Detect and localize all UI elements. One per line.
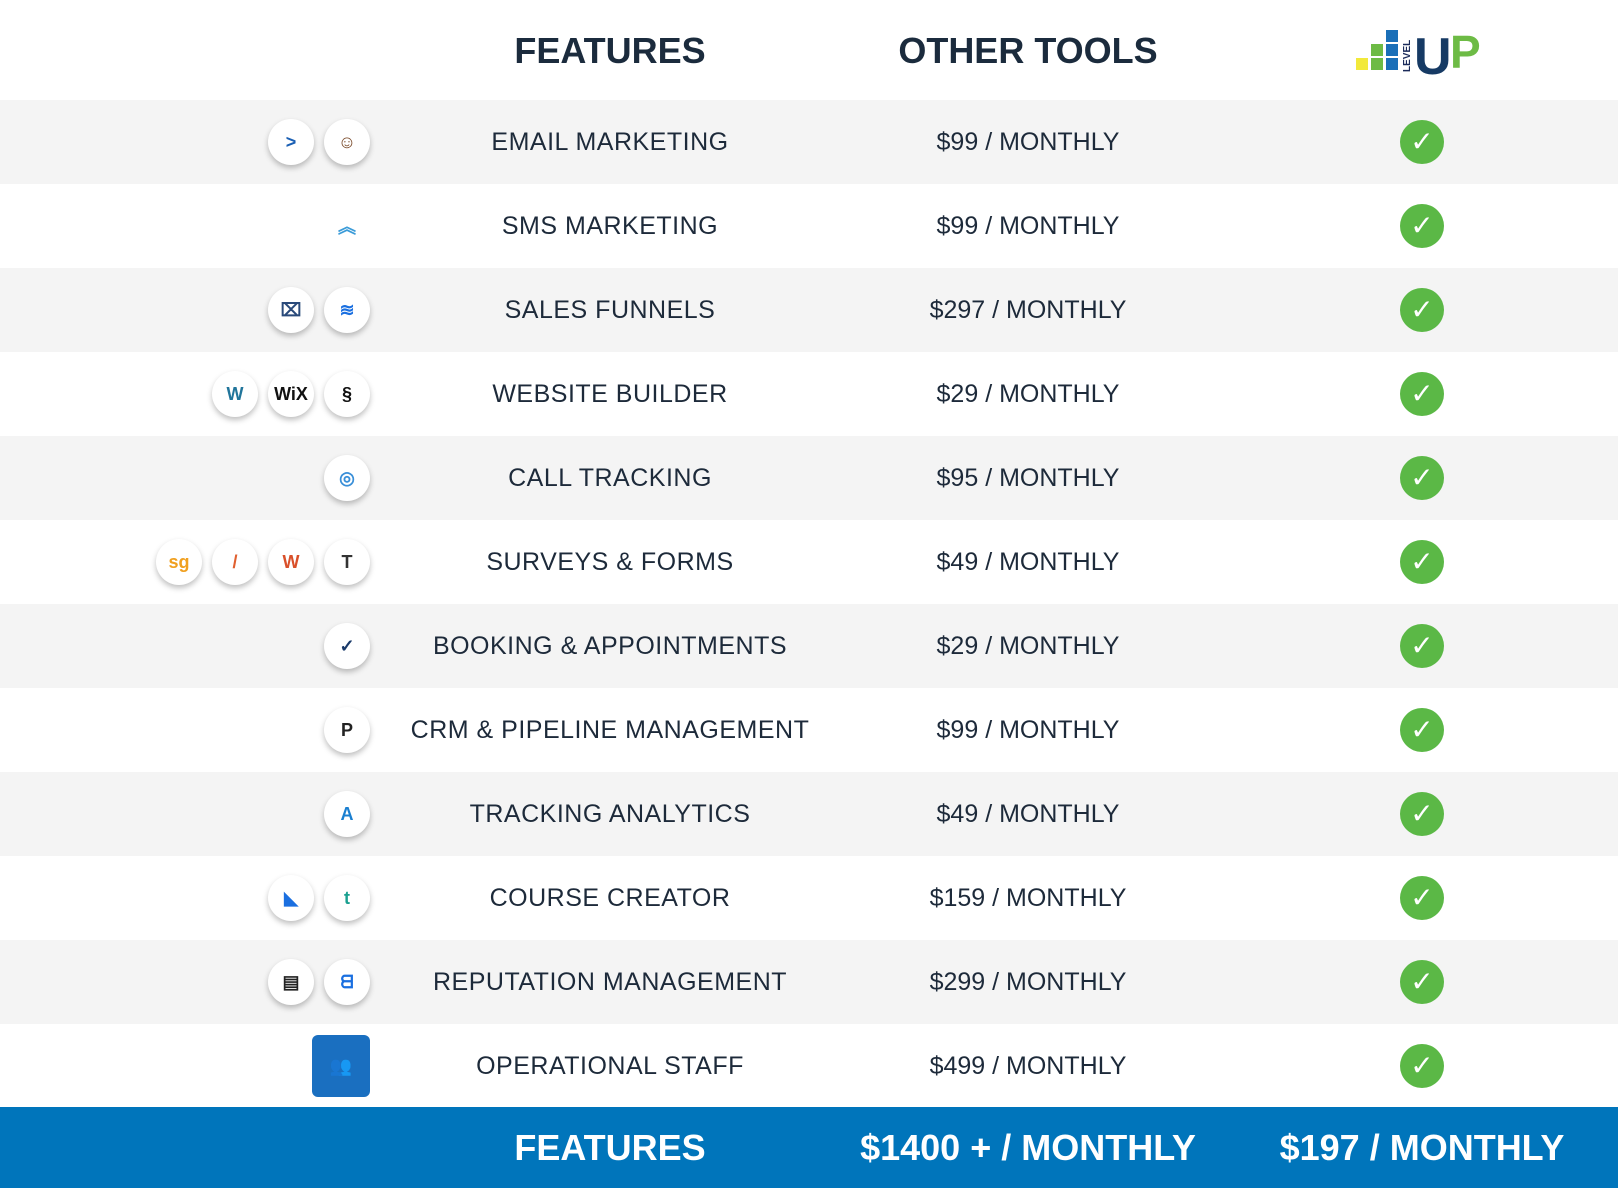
feature-row: ▤ ᗺ REPUTATION MANAGEMENT $299 / MONTHLY ✓ — [0, 940, 1618, 1024]
svg-text:U: U — [1414, 28, 1452, 78]
other-tools-price: $159 / MONTHLY — [929, 884, 1127, 912]
feature-name: SURVEYS & FORMS — [486, 548, 734, 576]
tool-icons: ✓ — [324, 604, 370, 688]
feature-name: BOOKING & APPOINTMENTS — [432, 632, 788, 660]
other-tools-price: $99 / MONTHLY — [936, 716, 1120, 744]
feature-row: > ☺ EMAIL MARKETING $99 / MONTHLY ✓ — [0, 100, 1618, 184]
other-tools-price: $99 / MONTHLY — [936, 212, 1120, 240]
levelup-total: $197 / MONTHLY — [1279, 1127, 1565, 1168]
other-tools-price: $49 / MONTHLY — [936, 800, 1120, 828]
check-icon: ✓ — [1400, 624, 1444, 668]
check-icon: ✓ — [1400, 1044, 1444, 1088]
check-icon: ✓ — [1400, 708, 1444, 752]
feature-name: CRM & PIPELINE MANAGEMENT — [410, 716, 810, 744]
tool-icons: ◎ — [324, 436, 370, 520]
kajabi-icon: ◣ — [268, 875, 314, 921]
feature-row: 👥 OPERATIONAL STAFF $499 / MONTHLY ✓ — [0, 1024, 1618, 1108]
other-tools-price: $29 / MONTHLY — [936, 632, 1120, 660]
teachable-icon: t — [324, 875, 370, 921]
feature-name: OPERATIONAL STAFF — [476, 1052, 744, 1080]
check-icon: ✓ — [1400, 456, 1444, 500]
feature-name: COURSE CREATOR — [489, 884, 731, 912]
check-icon: ✓ — [1400, 204, 1444, 248]
other-tools-price: $499 / MONTHLY — [929, 1052, 1127, 1080]
other-tools-price: $99 / MONTHLY — [936, 128, 1120, 156]
activecampaign-icon: > — [268, 119, 314, 165]
tool-icons: ⌧ ≋ — [268, 268, 370, 352]
feature-name: REPUTATION MANAGEMENT — [432, 968, 788, 996]
podium-icon: ▤ — [268, 959, 314, 1005]
feature-row: ◎ CALL TRACKING $95 / MONTHLY ✓ — [0, 436, 1618, 520]
pipedrive-icon: P — [324, 707, 370, 753]
feature-row: ◣ t COURSE CREATOR $159 / MONTHLY ✓ — [0, 856, 1618, 940]
mailchimp-icon: ☺ — [324, 119, 370, 165]
totals-bar: FEATURES $1400 + / MONTHLY $197 / MONTHL… — [0, 1107, 1618, 1188]
feature-row: ︽ SMS MARKETING $99 / MONTHLY ✓ — [0, 184, 1618, 268]
birdeye-icon: ᗺ — [324, 959, 370, 1005]
footer-features-label: FEATURES — [514, 1127, 706, 1168]
callrail-icon: ◎ — [324, 455, 370, 501]
svg-text:P: P — [1450, 28, 1481, 78]
jotform-icon: / — [212, 539, 258, 585]
calendly-icon: ✓ — [324, 623, 370, 669]
tool-icons: ▤ ᗺ — [268, 940, 370, 1024]
check-icon: ✓ — [1400, 288, 1444, 332]
other-tools-price: $95 / MONTHLY — [936, 464, 1120, 492]
other-tools-price: $297 / MONTHLY — [929, 296, 1127, 324]
feature-name: TRACKING ANALYTICS — [469, 800, 751, 828]
features-heading: FEATURES — [514, 30, 706, 71]
other-tools-price: $299 / MONTHLY — [929, 968, 1127, 996]
check-icon: ✓ — [1400, 120, 1444, 164]
feature-name: SMS MARKETING — [501, 212, 719, 240]
feature-name: WEBSITE BUILDER — [492, 380, 728, 408]
chevrons-up-icon: ︽ — [338, 217, 356, 237]
feature-name: EMAIL MARKETING — [491, 128, 729, 156]
tool-icons: ◣ t — [268, 856, 370, 940]
check-icon: ✓ — [1400, 876, 1444, 920]
other-tools-total: $1400 + / MONTHLY — [860, 1127, 1196, 1168]
surveygizmo-icon: sg — [156, 539, 202, 585]
tool-icons: ︽ — [324, 184, 370, 268]
feature-row: A TRACKING ANALYTICS $49 / MONTHLY ✓ — [0, 772, 1618, 856]
feature-row: P CRM & PIPELINE MANAGEMENT $99 / MONTHLY ✓ — [0, 688, 1618, 772]
svg-text:LEVEL: LEVEL — [1402, 40, 1413, 72]
wufoo-icon: W — [268, 539, 314, 585]
tool-icons: P — [324, 688, 370, 772]
wix-icon: WiX — [268, 371, 314, 417]
tool-icons: W WiX § — [212, 352, 370, 436]
tool-icons: 👥 — [312, 1024, 370, 1108]
check-icon: ✓ — [1400, 792, 1444, 836]
squarespace-icon: § — [324, 371, 370, 417]
staff-team-icon: 👥 — [312, 1035, 370, 1097]
feature-row: sg / W T SURVEYS & FORMS $49 / MONTHLY ✓ — [0, 520, 1618, 604]
tool-icons: A — [324, 772, 370, 856]
feature-name: SALES FUNNELS — [504, 296, 716, 324]
feature-row: ⌧ ≋ SALES FUNNELS $297 / MONTHLY ✓ — [0, 268, 1618, 352]
header-row: FEATURES OTHER TOOLS LEVEL U P — [0, 0, 1618, 100]
layers-icon: ≋ — [324, 287, 370, 333]
check-icon: ✓ — [1400, 540, 1444, 584]
other-tools-price: $29 / MONTHLY — [936, 380, 1120, 408]
check-icon: ✓ — [1400, 960, 1444, 1004]
tool-icons: sg / W T — [156, 520, 370, 604]
other-tools-price: $49 / MONTHLY — [936, 548, 1120, 576]
wordpress-icon: W — [212, 371, 258, 417]
typeform-icon: T — [324, 539, 370, 585]
check-icon: ✓ — [1400, 372, 1444, 416]
analytics-icon: A — [324, 791, 370, 837]
other-tools-heading: OTHER TOOLS — [898, 30, 1158, 71]
tool-icons: > ☺ — [268, 100, 370, 184]
feature-row: W WiX § WEBSITE BUILDER $29 / MONTHLY ✓ — [0, 352, 1618, 436]
feature-row: ✓ BOOKING & APPOINTMENTS $29 / MONTHLY ✓ — [0, 604, 1618, 688]
clickfunnels-icon: ⌧ — [268, 287, 314, 333]
level-up-logo: LEVEL U P — [1356, 28, 1481, 78]
feature-name: CALL TRACKING — [508, 464, 712, 492]
